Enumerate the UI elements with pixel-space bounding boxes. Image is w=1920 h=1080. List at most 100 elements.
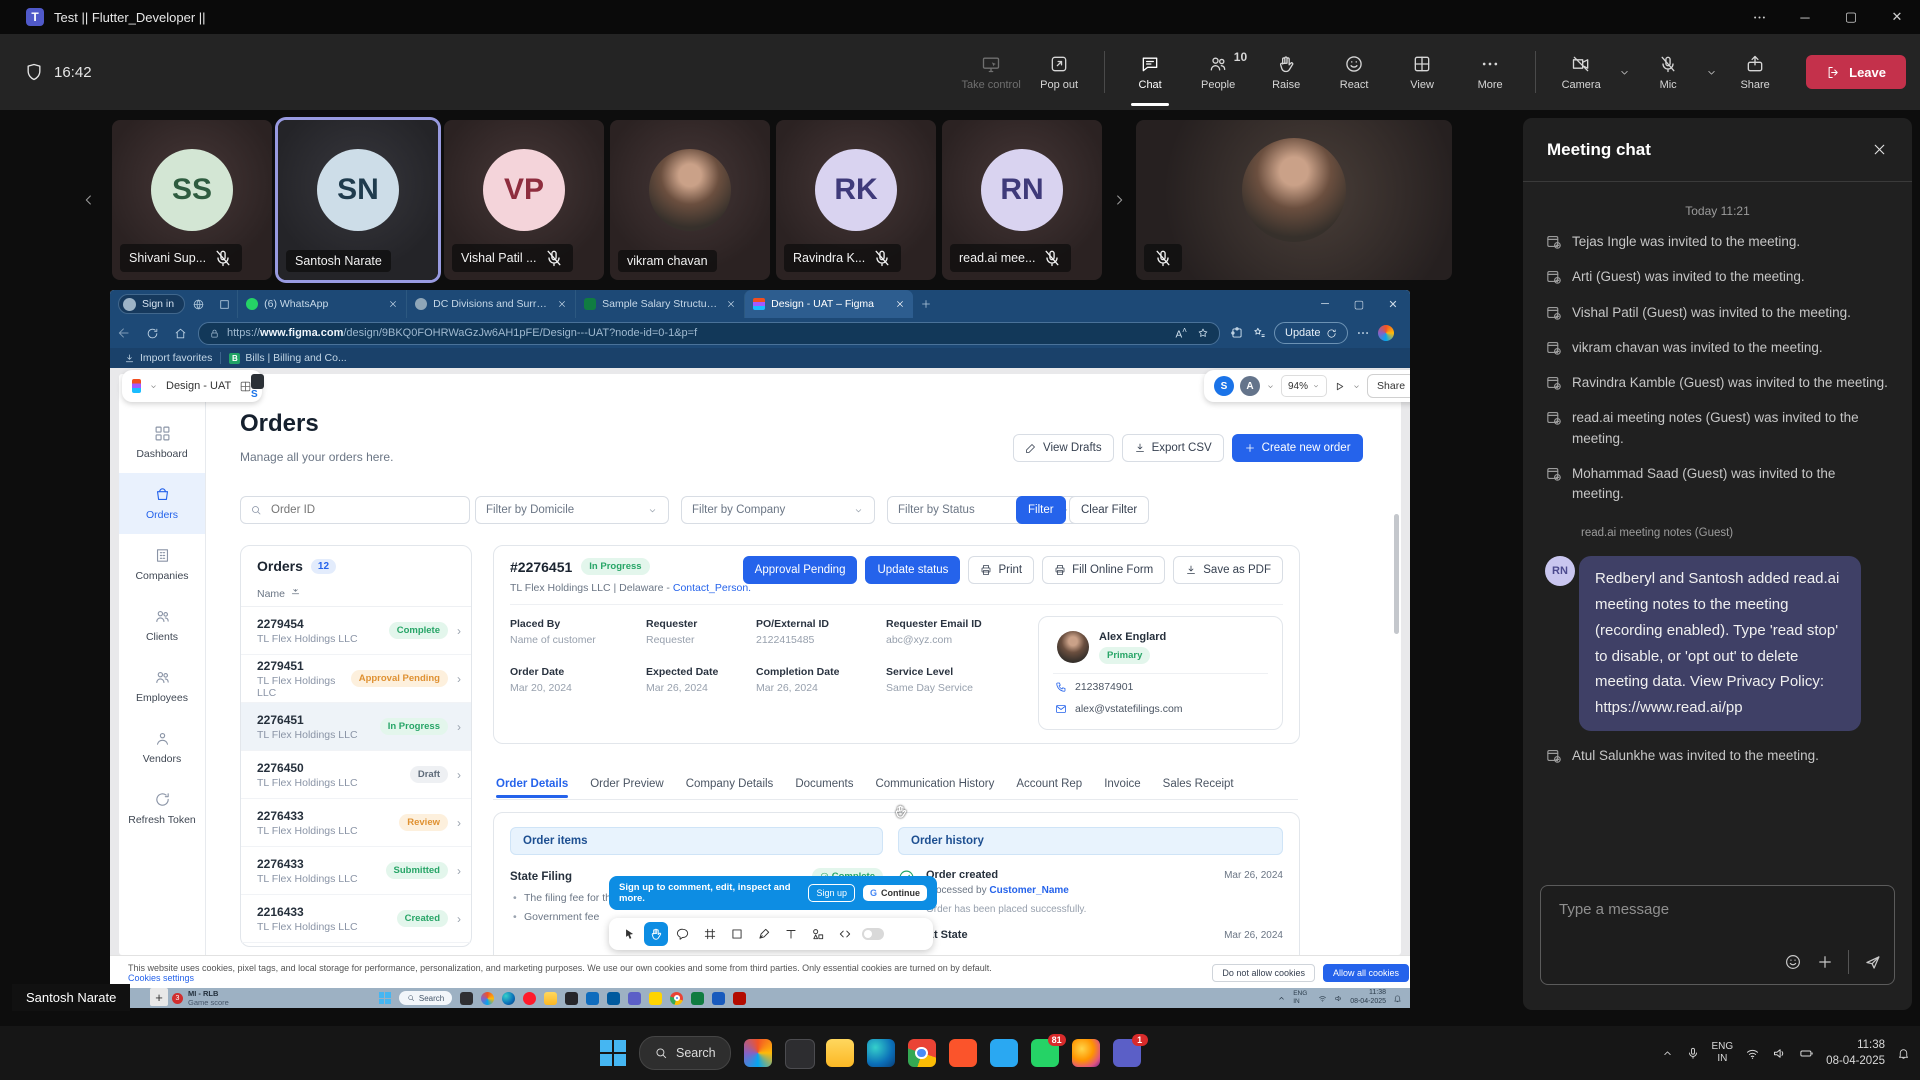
speaker-icon[interactable] bbox=[1772, 1046, 1787, 1061]
mic-button[interactable]: Mic bbox=[1637, 40, 1699, 104]
page-scrollbar[interactable] bbox=[1394, 514, 1399, 634]
shape-tool-icon[interactable] bbox=[725, 922, 749, 946]
resources-icon[interactable] bbox=[806, 922, 830, 946]
opera-icon[interactable] bbox=[523, 992, 536, 1005]
refresh-icon[interactable] bbox=[138, 327, 166, 340]
bookmark-import-favorites[interactable]: Import favorites bbox=[124, 352, 212, 364]
sidebar-item[interactable]: Companies bbox=[119, 534, 205, 595]
participant-tile[interactable]: vikram chavan bbox=[610, 120, 770, 280]
edge-icon[interactable] bbox=[502, 992, 515, 1005]
teams-icon[interactable] bbox=[628, 992, 641, 1005]
battery-icon[interactable] bbox=[1799, 1046, 1814, 1061]
sidebar-item[interactable]: Refresh Token bbox=[119, 778, 205, 839]
wifi-icon[interactable] bbox=[1745, 1046, 1760, 1061]
column-header-name[interactable]: Name bbox=[257, 588, 285, 600]
contact-email[interactable]: alex@vstatefilings.com bbox=[1075, 703, 1183, 715]
fill-online-form-button[interactable]: Fill Online Form bbox=[1042, 556, 1165, 584]
sidebar-item[interactable]: Vendors bbox=[119, 717, 205, 778]
tab-close-icon[interactable] bbox=[895, 299, 905, 309]
text-tool-icon[interactable] bbox=[779, 922, 803, 946]
camera-options-chevron-icon[interactable] bbox=[1618, 66, 1631, 79]
allow-cookies-button[interactable]: Allow all cookies bbox=[1323, 964, 1409, 982]
read-aloud-icon[interactable]: A˄ bbox=[1175, 325, 1187, 340]
tray-expand-icon[interactable] bbox=[1661, 1047, 1674, 1060]
order-row[interactable]: 2276433 TL Flex Holdings LLC Submitted › bbox=[241, 847, 471, 895]
brave-icon[interactable] bbox=[949, 1039, 977, 1067]
favorites-bar-icon[interactable] bbox=[1252, 326, 1266, 340]
browser-signin-button[interactable]: Sign in bbox=[118, 294, 185, 314]
notepad-icon[interactable] bbox=[785, 1039, 813, 1067]
chat-message-input[interactable] bbox=[1557, 900, 1861, 919]
language-indicator[interactable]: ENG IN bbox=[1293, 990, 1311, 1006]
calculator-icon[interactable] bbox=[565, 992, 578, 1005]
participant-tile[interactable] bbox=[1136, 120, 1452, 280]
copilot-icon[interactable] bbox=[1378, 325, 1394, 341]
chat-message-bubble[interactable]: Redberyl and Santosh added read.ai meeti… bbox=[1579, 556, 1861, 731]
detail-tab[interactable]: Account Rep bbox=[1016, 778, 1082, 798]
notification-bell-icon[interactable] bbox=[1897, 1047, 1910, 1060]
start-button[interactable] bbox=[600, 1040, 626, 1066]
order-row[interactable]: 2216433 TL Flex Holdings LLC Created › bbox=[241, 895, 471, 943]
collaborator-avatar[interactable]: S bbox=[1214, 376, 1234, 396]
figma-file-name[interactable]: Design - UAT bbox=[166, 380, 231, 392]
print-button[interactable]: Print bbox=[968, 556, 1034, 584]
order-row[interactable]: 2279451 TL Flex Holdings LLC Approval Pe… bbox=[241, 655, 471, 703]
raise-hand-button[interactable]: Raise bbox=[1255, 40, 1317, 104]
browser-tab[interactable]: (6) WhatsApp bbox=[237, 290, 406, 318]
view-button[interactable]: View bbox=[1391, 40, 1453, 104]
browser-tab[interactable]: Design - UAT – Figma bbox=[744, 290, 913, 318]
tab-close-icon[interactable] bbox=[726, 299, 736, 309]
excel-icon[interactable] bbox=[691, 992, 704, 1005]
order-row[interactable]: 2276433 TL Flex Holdings LLC Review › bbox=[241, 799, 471, 847]
vertical-tabs-icon[interactable] bbox=[211, 298, 237, 311]
teams-icon[interactable]: 1 bbox=[1113, 1039, 1141, 1067]
continue-with-google-button[interactable]: G Continue bbox=[863, 885, 927, 901]
react-button[interactable]: React bbox=[1323, 40, 1385, 104]
pop-out-button[interactable]: Pop out bbox=[1028, 40, 1090, 104]
copilot-icon[interactable] bbox=[744, 1039, 772, 1067]
bookmark-bills[interactable]: B Bills | Billing and Co... bbox=[229, 352, 346, 364]
pen-tool-icon[interactable] bbox=[752, 922, 776, 946]
window-minimize-button[interactable]: ─ bbox=[1782, 0, 1828, 34]
window-close-button[interactable]: ✕ bbox=[1874, 0, 1920, 34]
hand-tool-icon[interactable] bbox=[644, 922, 668, 946]
file-explorer-icon[interactable] bbox=[826, 1039, 854, 1067]
clear-filter-button[interactable]: Clear Filter bbox=[1069, 496, 1149, 524]
attach-plus-icon[interactable] bbox=[1816, 953, 1834, 971]
window-maximize-button[interactable]: ▢ bbox=[1828, 0, 1874, 34]
order-row[interactable]: 2276451 TL Flex Holdings LLC In Progress… bbox=[241, 703, 471, 751]
new-tab-button[interactable] bbox=[913, 298, 939, 310]
tray-expand-icon[interactable] bbox=[1277, 994, 1286, 1003]
detail-tab[interactable]: Invoice bbox=[1104, 778, 1140, 798]
browser-minimize-button[interactable]: ─ bbox=[1308, 290, 1342, 318]
copilot-icon[interactable] bbox=[481, 992, 494, 1005]
order-row[interactable]: 2276450 TL Flex Holdings LLC Draft › bbox=[241, 751, 471, 799]
contact-person-link[interactable]: Contact_Person. bbox=[673, 582, 751, 594]
order-id-input[interactable] bbox=[269, 503, 423, 517]
chat-close-icon[interactable] bbox=[1871, 141, 1888, 158]
participant-tile[interactable]: SS Shivani Sup... bbox=[112, 120, 272, 280]
frame-tool-icon[interactable] bbox=[698, 922, 722, 946]
share-button[interactable]: Share bbox=[1724, 40, 1786, 104]
participant-tile[interactable]: RN read.ai mee... bbox=[942, 120, 1102, 280]
word-icon[interactable] bbox=[712, 992, 725, 1005]
sidebar-item[interactable]: Dashboard bbox=[119, 412, 205, 473]
participant-tile[interactable]: SN Santosh Narate bbox=[278, 120, 438, 280]
back-icon[interactable] bbox=[110, 326, 138, 340]
participant-tile[interactable]: RK Ravindra K... bbox=[776, 120, 936, 280]
browser-tab[interactable]: Sample Salary Structure with calc bbox=[575, 290, 744, 318]
browser-close-button[interactable]: ✕ bbox=[1376, 290, 1410, 318]
sort-descending-icon[interactable] bbox=[290, 589, 301, 600]
language-indicator[interactable]: ENGIN bbox=[1712, 1041, 1734, 1066]
chevron-down-icon[interactable] bbox=[1352, 382, 1361, 391]
figma-logo-icon[interactable] bbox=[132, 379, 141, 393]
browser-menu-icon[interactable] bbox=[1356, 326, 1370, 340]
sports-widget[interactable]: 3 MI - RLB Game score bbox=[172, 989, 229, 1007]
tab-close-icon[interactable] bbox=[388, 299, 398, 309]
favorite-star-icon[interactable] bbox=[1197, 327, 1209, 339]
address-bar[interactable]: https://www.figma.com/design/9BKQ0FOHRWa… bbox=[198, 322, 1220, 345]
comment-tool-icon[interactable] bbox=[671, 922, 695, 946]
cookie-settings-link[interactable]: Cookies settings bbox=[128, 973, 194, 983]
defender-icon[interactable] bbox=[607, 992, 620, 1005]
dev-mode-toggle[interactable] bbox=[862, 928, 884, 940]
